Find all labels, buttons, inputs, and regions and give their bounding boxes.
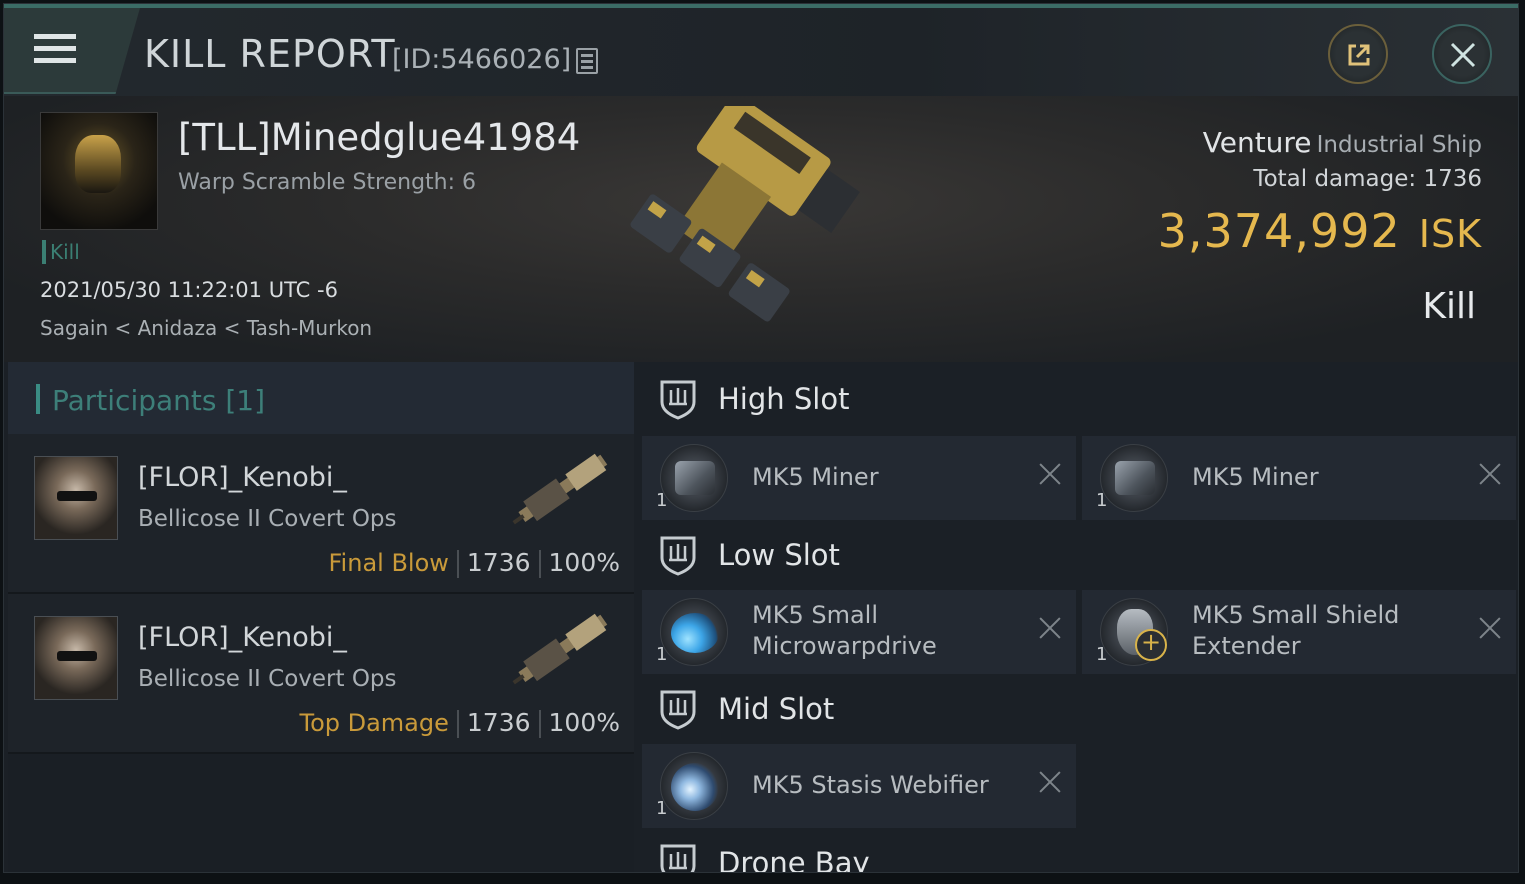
slot-shield-icon xyxy=(660,536,696,576)
fitting-panel: High Slot 1 MK5 Miner 1 MK5 Miner Low Sl… xyxy=(638,362,1518,873)
kill-report-window: KILL REPORT [ID:5466026] [TLL]Minedglue4… xyxy=(3,3,1519,873)
participant-role: Top Damage xyxy=(299,709,449,737)
kill-location[interactable]: Sagain < Anidaza < Tash-Murkon xyxy=(40,316,372,340)
destroyed-x-icon xyxy=(1038,462,1062,486)
item-name: MK5 Miner xyxy=(1192,463,1319,491)
venture-ship-image[interactable] xyxy=(624,106,914,346)
destroyed-x-icon xyxy=(1478,462,1502,486)
item-name: MK5 Small Shield Extender xyxy=(1192,600,1399,662)
close-icon xyxy=(1450,42,1476,68)
miner-icon xyxy=(660,444,728,512)
participant-stats: Final Blow 1736 100% xyxy=(328,548,620,578)
item-quantity: 1 xyxy=(656,644,668,665)
warp-scramble-strength: Warp Scramble Strength: 6 xyxy=(178,170,477,195)
slot-item[interactable]: 1 MK5 Stasis Webifier xyxy=(642,744,1076,828)
total-damage-value: 1736 xyxy=(1423,166,1482,192)
destroyed-x-icon xyxy=(1038,616,1062,640)
item-name-line2: Extender xyxy=(1192,632,1301,660)
ship-class: Industrial Ship xyxy=(1316,132,1482,158)
external-link-icon xyxy=(1348,44,1370,66)
participant-ship: Bellicose II Covert Ops xyxy=(138,506,397,532)
stasis-webifier-icon xyxy=(660,752,728,820)
participant-row[interactable]: [FLOR]_Kenobi_ Bellicose II Covert Ops T… xyxy=(8,594,634,754)
participant-name: [FLOR]_Kenobi_ xyxy=(138,622,347,653)
low-slot-header: Low Slot xyxy=(638,518,1518,590)
item-quantity: 1 xyxy=(656,798,668,819)
item-quantity: 1 xyxy=(1096,644,1108,665)
participant-row[interactable]: [FLOR]_Kenobi_ Bellicose II Covert Ops F… xyxy=(8,434,634,594)
ship-name: Venture xyxy=(1202,126,1312,159)
high-slot-header: High Slot xyxy=(638,362,1518,434)
report-id: [ID:5466026] xyxy=(392,44,572,75)
mid-slot-label: Mid Slot xyxy=(718,692,835,726)
participant-damage: 1736 xyxy=(466,548,531,577)
mid-slot-header: Mid Slot xyxy=(638,672,1518,744)
participant-ship-image xyxy=(512,453,608,525)
participant-stats: Top Damage 1736 100% xyxy=(299,708,620,738)
item-name: MK5 Miner xyxy=(752,463,879,491)
ship-type[interactable]: Venture Industrial Ship xyxy=(1203,126,1482,159)
header-bar: KILL REPORT [ID:5466026] xyxy=(4,8,1518,96)
item-name: MK5 Stasis Webifier xyxy=(752,771,989,799)
item-quantity: 1 xyxy=(1096,490,1108,511)
divider xyxy=(456,710,459,738)
participant-avatar[interactable] xyxy=(34,456,118,540)
miner-icon xyxy=(1100,444,1168,512)
participant-ship: Bellicose II Covert Ops xyxy=(138,666,397,692)
kill-tag: Kill xyxy=(42,240,80,264)
destroyed-x-icon xyxy=(1038,770,1062,794)
low-slot-label: Low Slot xyxy=(718,538,840,572)
participant-percent: 100% xyxy=(548,708,620,737)
participants-header: Participants [1] xyxy=(8,362,634,434)
item-name-line2: Microwarpdrive xyxy=(752,632,937,660)
copy-icon[interactable] xyxy=(576,48,598,74)
drone-bay-header: Drone Bay xyxy=(638,826,1518,873)
divider xyxy=(538,710,541,738)
victim-summary: [TLL]Minedglue41984 Warp Scramble Streng… xyxy=(4,96,1518,362)
total-damage-label: Total damage: xyxy=(1253,166,1417,192)
slot-shield-icon xyxy=(660,690,696,730)
close-button[interactable] xyxy=(1432,24,1492,84)
participant-ship-image xyxy=(512,613,608,685)
slot-item[interactable]: 1 MK5 Small Shield Extender xyxy=(1082,590,1516,674)
slot-item[interactable]: 1 MK5 Miner xyxy=(1082,436,1516,520)
kill-result: Kill xyxy=(1422,286,1476,327)
drone-bay-label: Drone Bay xyxy=(718,846,870,873)
destroyed-x-icon xyxy=(1478,616,1502,640)
microwarpdrive-icon xyxy=(660,598,728,666)
hamburger-icon xyxy=(34,34,76,66)
participants-title: Participants [1] xyxy=(52,384,266,417)
slot-item[interactable]: 1 MK5 Miner xyxy=(642,436,1076,520)
isk-value: 3,374,992 ISK xyxy=(1158,204,1482,258)
participant-role: Final Blow xyxy=(328,549,449,577)
slot-shield-icon xyxy=(660,380,696,420)
divider xyxy=(538,550,541,578)
high-slot-label: High Slot xyxy=(718,382,850,416)
item-name: MK5 Small Microwarpdrive xyxy=(752,600,937,662)
slot-item[interactable]: 1 MK5 Small Microwarpdrive xyxy=(642,590,1076,674)
total-damage: Total damage: 1736 xyxy=(1253,166,1482,192)
page-title: KILL REPORT xyxy=(144,32,396,76)
participants-panel: Participants [1] [FLOR]_Kenobi_ Bellicos… xyxy=(8,362,634,872)
share-button[interactable] xyxy=(1328,24,1388,84)
victim-avatar[interactable] xyxy=(40,112,158,230)
participant-name: [FLOR]_Kenobi_ xyxy=(138,462,347,493)
kill-datetime: 2021/05/30 11:22:01 UTC -6 xyxy=(40,278,338,302)
isk-amount: 3,374,992 xyxy=(1157,204,1401,258)
victim-name[interactable]: [TLL]Minedglue41984 xyxy=(178,116,580,159)
item-name-line1: MK5 Small xyxy=(752,601,878,629)
slot-shield-icon xyxy=(660,844,696,872)
isk-unit: ISK xyxy=(1418,212,1482,256)
item-quantity: 1 xyxy=(656,490,668,511)
participant-percent: 100% xyxy=(548,548,620,577)
item-name-line1: MK5 Small Shield xyxy=(1192,601,1400,629)
participants-accent-bar xyxy=(36,384,40,414)
menu-button[interactable] xyxy=(4,8,140,94)
participant-avatar[interactable] xyxy=(34,616,118,700)
participant-damage: 1736 xyxy=(466,708,531,737)
divider xyxy=(456,550,459,578)
shield-extender-icon xyxy=(1100,598,1168,666)
